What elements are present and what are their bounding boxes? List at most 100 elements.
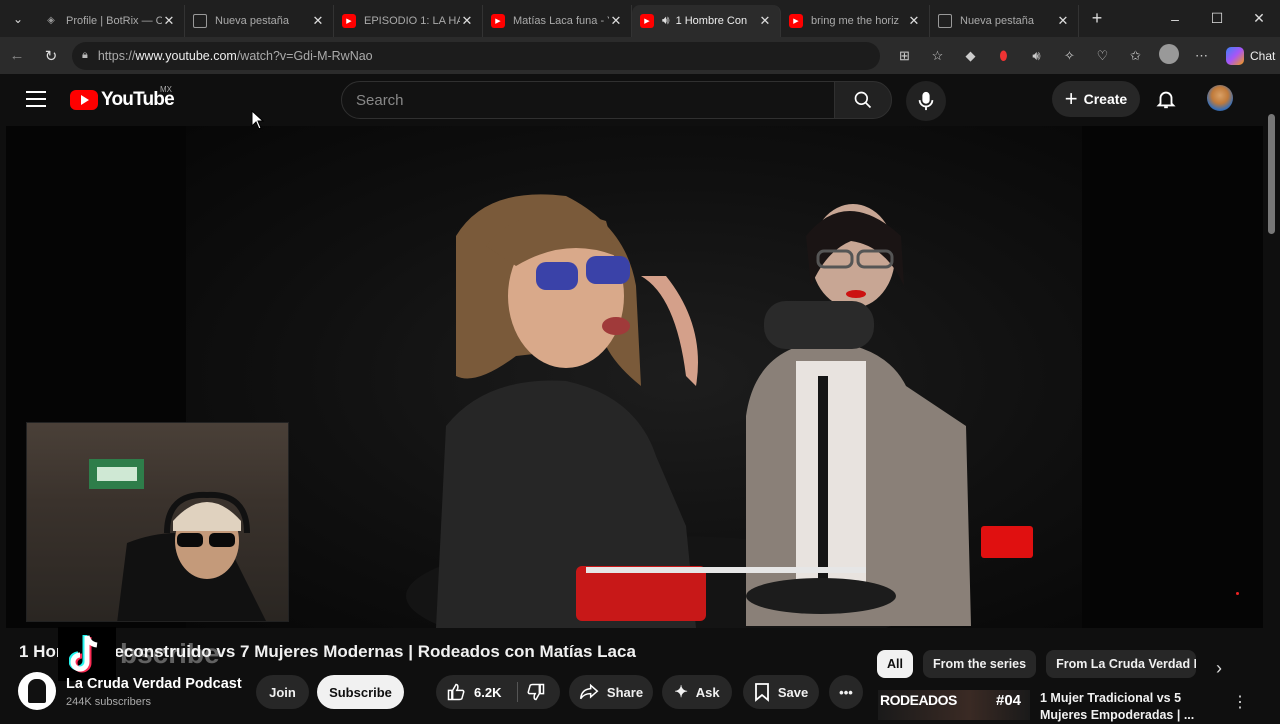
thumbs-up-icon <box>447 683 465 701</box>
favorite-star-icon[interactable]: ☆ <box>921 48 954 64</box>
scrollbar-thumb[interactable] <box>1268 114 1275 234</box>
window-controls: – ☐ ✕ <box>1154 0 1280 37</box>
new-tab-button[interactable]: + <box>1079 8 1115 29</box>
user-avatar[interactable] <box>1207 85 1233 111</box>
tab-close-icon[interactable]: ✕ <box>460 13 474 29</box>
thumbs-down-icon <box>527 683 545 701</box>
browser-tab[interactable]: ▶ 🔊︎ 1 Hombre Con ✕ <box>632 4 781 37</box>
chip-from-the-series[interactable]: From the series <box>922 650 1037 678</box>
tiktok-overlay: bscribe <box>58 626 264 682</box>
notifications-bell-icon[interactable] <box>1155 88 1177 115</box>
sparkle-icon: ✦ <box>674 684 688 701</box>
address-bar[interactable]: 🔒︎ https://www.youtube.com/watch?v=Gdi-M… <box>72 41 880 70</box>
browser-essentials-icon[interactable]: ♡ <box>1086 48 1119 64</box>
chip-all[interactable]: All <box>877 650 913 678</box>
tab-close-icon[interactable]: ✕ <box>907 13 921 29</box>
create-button[interactable]: + Create <box>1052 81 1140 117</box>
subscribe-button[interactable]: Subscribe <box>317 675 404 709</box>
profile-icon[interactable] <box>1152 44 1185 67</box>
mouse-cursor-icon <box>251 110 265 130</box>
page-icon <box>193 13 207 28</box>
tiktok-logo-icon <box>58 627 116 681</box>
maximize-icon[interactable]: ☐ <box>1196 0 1238 37</box>
search-input[interactable]: Search <box>341 81 835 119</box>
red-dot-indicator <box>1236 592 1239 595</box>
video-scene-illustration <box>406 194 971 628</box>
browser-tab[interactable]: Nueva pestaña ✕ <box>930 4 1079 37</box>
bookmark-icon <box>754 683 769 702</box>
tiktok-overlay-text: bscribe <box>120 638 220 669</box>
app-available-icon[interactable]: ⊞ <box>888 48 921 64</box>
ask-button[interactable]: ✦ Ask <box>662 675 732 709</box>
tab-label: Nueva pestaña <box>960 14 1034 27</box>
tab-close-icon[interactable]: ✕ <box>609 13 623 29</box>
chat-label: Chat <box>1250 48 1276 63</box>
reload-icon[interactable]: ↻ <box>34 47 68 65</box>
share-button[interactable]: Share <box>569 675 653 709</box>
voice-search-button[interactable] <box>906 81 946 121</box>
tab-label: Matías Laca funa - Y <box>513 14 609 27</box>
share-icon <box>579 683 599 700</box>
browser-tab[interactable]: ▶ Matías Laca funa - Y ✕ <box>483 4 632 37</box>
tab-audio-icon[interactable]: 🔊︎ <box>662 13 670 28</box>
dislike-button[interactable] <box>526 675 546 709</box>
tab-close-icon[interactable]: ✕ <box>758 13 772 29</box>
like-count: 6.2K <box>474 684 502 700</box>
url-path: /watch?v=Gdi-M-RwNao <box>236 48 373 63</box>
recommendation-thumbnail[interactable]: RODEADOS #04 <box>878 690 1030 720</box>
tab-close-icon[interactable]: ✕ <box>1056 13 1070 29</box>
more-options-icon[interactable]: ⋯ <box>1185 48 1218 64</box>
page-scrollbar[interactable] <box>1263 74 1280 720</box>
plus-icon: + <box>1064 86 1078 111</box>
tab-label: 1 Hombre Con <box>675 14 748 27</box>
browser-tab[interactable]: Nueva pestaña ✕ <box>185 4 334 37</box>
youtube-icon: ▶ <box>342 13 356 28</box>
recommendation-menu-icon[interactable]: ⋮ <box>1232 692 1248 712</box>
youtube-logo[interactable]: YouTube MX <box>70 85 175 111</box>
ask-label: Ask <box>695 684 720 700</box>
tab-label: EPISODIO 1: LA HA <box>364 14 460 27</box>
tab-label: bring me the horiz <box>811 14 900 27</box>
chevron-right-icon[interactable]: › <box>1216 658 1222 679</box>
search-button[interactable] <box>834 81 892 119</box>
site-info-icon[interactable]: 🔒︎ <box>82 49 88 62</box>
tab-close-icon[interactable]: ✕ <box>162 13 176 29</box>
like-divider <box>517 682 518 702</box>
extension-shield-icon[interactable]: ⬮ <box>987 48 1020 64</box>
chip-from-channel[interactable]: From La Cruda Verdad Podcast <box>1046 650 1197 678</box>
tab-close-icon[interactable]: ✕ <box>311 13 325 29</box>
favorites-icon[interactable]: ✩ <box>1119 48 1152 64</box>
channel-avatar[interactable] <box>18 672 56 710</box>
speaker-icon[interactable]: 🔊︎ <box>1020 48 1053 64</box>
guide-menu-icon[interactable] <box>26 91 46 112</box>
browser-tab[interactable]: ▶ bring me the horiz ✕ <box>781 4 930 37</box>
extension-diamond-icon[interactable]: ◆ <box>954 48 987 64</box>
extensions-puzzle-icon[interactable]: ✧ <box>1053 48 1086 64</box>
back-icon[interactable]: ← <box>0 47 34 64</box>
page-icon <box>938 13 952 28</box>
url-prefix: https:// <box>97 48 136 63</box>
copilot-chat-button[interactable]: Chat <box>1226 46 1276 65</box>
related-filter-chips: All From the series From La Cruda Verdad… <box>877 650 1197 678</box>
recommendation-title[interactable]: 1 Mujer Tradicional vs 5 Mujeres Empoder… <box>1040 690 1210 724</box>
save-button[interactable]: Save <box>743 675 819 709</box>
tab-actions-menu-icon[interactable]: ⌄ <box>0 0 36 37</box>
webcam-scene-illustration <box>89 459 266 621</box>
browser-tab-strip: ⌄ ◈ Profile | BotRix — C ✕ Nueva pestaña ✕ ▶ E… <box>0 0 1280 37</box>
browser-tab[interactable]: ▶ EPISODIO 1: LA HA ✕ <box>334 4 483 37</box>
video-player[interactable] <box>6 126 1263 628</box>
share-label: Share <box>606 684 644 700</box>
red-flag-graphic <box>981 526 1033 558</box>
youtube-play-icon <box>70 90 98 110</box>
join-button[interactable]: Join <box>256 675 309 709</box>
more-actions-button[interactable]: ••• <box>829 675 863 709</box>
subscribe-label: Subscribe <box>329 684 392 700</box>
close-window-icon[interactable]: ✕ <box>1238 0 1280 37</box>
channel-name[interactable]: La Cruda Verdad Podcast <box>66 676 242 692</box>
country-code: MX <box>160 85 172 94</box>
youtube-icon: ▶ <box>789 13 803 28</box>
minimize-icon[interactable]: – <box>1154 0 1196 37</box>
browser-tab[interactable]: ◈ Profile | BotRix — C ✕ <box>36 4 185 37</box>
more-icon: ••• <box>839 684 853 700</box>
like-button[interactable]: 6.2K <box>446 675 501 709</box>
